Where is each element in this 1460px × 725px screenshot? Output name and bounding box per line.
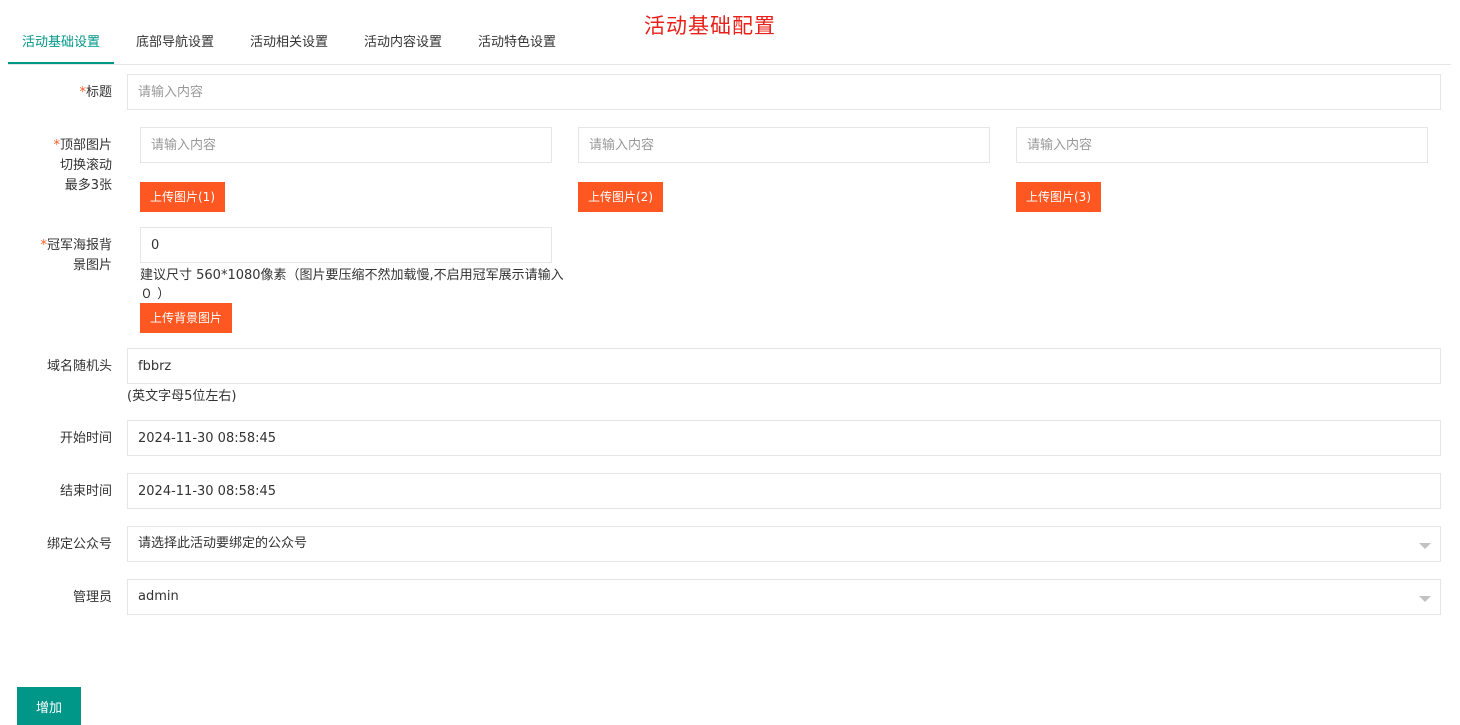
top-image-3-input[interactable] bbox=[1016, 127, 1428, 163]
official-account-select[interactable]: 请选择此活动要绑定的公众号 bbox=[127, 526, 1441, 562]
title-field-label: *标题 bbox=[79, 85, 112, 100]
title-input[interactable] bbox=[127, 74, 1441, 110]
tab-activity-related-settings[interactable]: 活动相关设置 bbox=[236, 24, 342, 62]
upload-image-1-button[interactable]: 上传图片(1) bbox=[140, 182, 225, 212]
start-time-input[interactable] bbox=[127, 420, 1441, 456]
tab-basic-settings[interactable]: 活动基础设置 bbox=[8, 24, 115, 64]
domain-prefix-hint: (英文字母5位左右) bbox=[127, 389, 237, 404]
top-images-label: *顶部图片 切换滚动 最多3张 bbox=[53, 138, 112, 193]
top-image-1-input[interactable] bbox=[140, 127, 552, 163]
official-account-selected: 请选择此活动要绑定的公众号 bbox=[138, 536, 308, 551]
end-time-input[interactable] bbox=[127, 473, 1441, 509]
end-time-label: 结束时间 bbox=[59, 484, 112, 499]
tab-activity-feature-settings[interactable]: 活动特色设置 bbox=[464, 24, 570, 62]
start-time-label: 开始时间 bbox=[59, 431, 112, 446]
upload-image-3-button[interactable]: 上传图片(3) bbox=[1016, 182, 1101, 212]
admin-selected: admin bbox=[138, 589, 179, 604]
chevron-down-icon bbox=[1419, 596, 1431, 602]
official-account-label: 绑定公众号 bbox=[46, 537, 112, 552]
chevron-down-icon bbox=[1419, 543, 1431, 549]
tab-bottom-nav-settings[interactable]: 底部导航设置 bbox=[122, 24, 228, 62]
add-button[interactable]: 增加 bbox=[17, 687, 81, 725]
domain-prefix-input[interactable] bbox=[127, 348, 1441, 384]
poster-bg-hint: 建议尺寸 560*1080像素（图片要压缩不然加载慢,不启用冠军展示请输入０ ） bbox=[140, 268, 564, 302]
poster-bg-label: *冠军海报背 景图片 bbox=[40, 238, 112, 273]
upload-image-2-button[interactable]: 上传图片(2) bbox=[578, 182, 663, 212]
admin-select[interactable]: admin bbox=[127, 579, 1441, 615]
domain-prefix-label: 域名随机头 bbox=[46, 359, 112, 374]
admin-label: 管理员 bbox=[72, 590, 112, 605]
top-image-2-input[interactable] bbox=[578, 127, 990, 163]
upload-background-button[interactable]: 上传背景图片 bbox=[140, 303, 233, 333]
tab-activity-content-settings[interactable]: 活动内容设置 bbox=[350, 24, 456, 62]
tab-bar: 活动基础设置 底部导航设置 活动相关设置 活动内容设置 活动特色设置 bbox=[8, 24, 1451, 65]
poster-bg-input[interactable] bbox=[140, 227, 552, 263]
